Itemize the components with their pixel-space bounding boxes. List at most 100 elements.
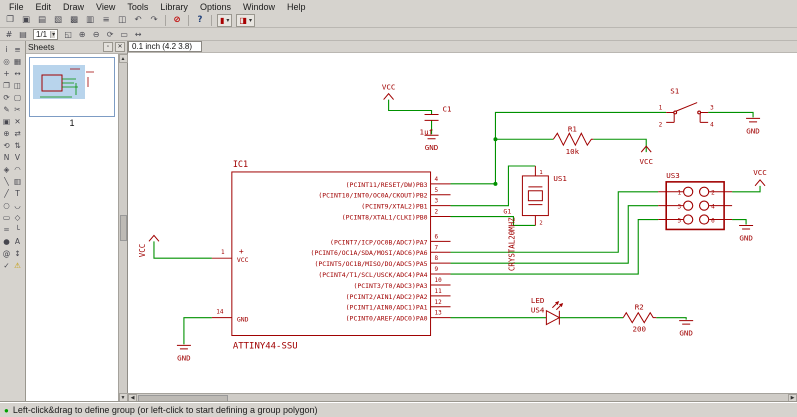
window-icon[interactable]: ◫ — [115, 14, 129, 26]
gateswap-tool-icon[interactable]: ⇅ — [12, 139, 23, 151]
polygon-tool-icon[interactable]: ◇ — [12, 211, 23, 223]
smash-tool-icon[interactable]: ◈ — [1, 163, 12, 175]
close-icon[interactable]: ✕ — [115, 42, 125, 52]
label-tool-icon[interactable]: A — [12, 235, 23, 247]
change-tool-icon[interactable]: ✎ — [1, 103, 12, 115]
r2-resistor[interactable]: R2 200 — [622, 303, 657, 334]
add-part-tool-icon[interactable]: ⊕ — [1, 127, 12, 139]
scroll-down-icon[interactable]: ▼ — [118, 393, 128, 402]
menu-draw[interactable]: Draw — [57, 1, 90, 13]
sheet-selector[interactable]: 1/1 ▾ — [33, 28, 59, 40]
s1-switch[interactable]: S1 1 3 2 4 — [659, 87, 715, 129]
mirror-tool-icon[interactable]: ◫ — [12, 79, 23, 91]
scrollbar-thumb[interactable] — [138, 394, 228, 402]
board-switch-icon[interactable]: ▩ — [67, 14, 81, 26]
zoom-in-icon[interactable]: ⊕ — [76, 29, 88, 40]
zoom-fit-icon[interactable]: ◱ — [62, 29, 74, 40]
menu-file[interactable]: File — [3, 1, 30, 13]
paste-tool-icon[interactable]: ▣ — [1, 115, 12, 127]
us1-crystal[interactable]: US1 G1 1 2 CRYSTAL20MHZ — [503, 166, 567, 271]
invoke-tool-icon[interactable]: ▥ — [12, 175, 23, 187]
pin-number: 12 — [435, 299, 443, 306]
layer-settings-tool-icon[interactable]: ≡ — [12, 43, 23, 55]
rect-tool-icon[interactable]: ▭ — [1, 211, 12, 223]
scroll-up-icon[interactable]: ▲ — [118, 54, 128, 63]
zoom-select-icon[interactable]: ▭ — [118, 29, 130, 40]
group-tool-icon[interactable]: ▢ — [12, 91, 23, 103]
zoom-out-icon[interactable]: ⊖ — [90, 29, 102, 40]
help-icon[interactable]: ? — [193, 14, 207, 26]
copy-tool-icon[interactable]: ❐ — [1, 79, 12, 91]
menu-library[interactable]: Library — [154, 1, 194, 13]
sheet-thumbnail[interactable] — [29, 57, 115, 117]
schematic-canvas[interactable]: IC1 ATTINY44-SSU + 1 VCC 14 GND 4 (PCINT… — [128, 53, 797, 393]
menu-help[interactable]: Help — [281, 1, 312, 13]
show-tool-icon[interactable]: ◎ — [1, 55, 12, 67]
net-tool-icon[interactable]: └ — [12, 223, 23, 235]
switch-contact — [697, 110, 702, 115]
component-ref: S1 — [670, 87, 679, 96]
dimension-tool-icon[interactable]: ↕ — [12, 247, 23, 259]
scrollbar-thumb[interactable] — [119, 215, 127, 241]
tool-dropdown-a[interactable]: ▮ ▾ — [217, 13, 233, 27]
ic1-symbol[interactable]: IC1 ATTINY44-SSU + 1 VCC 14 GND 4 (PCINT… — [211, 159, 451, 351]
text-tool-icon[interactable]: T — [12, 187, 23, 199]
pan-icon[interactable]: ↔ — [132, 29, 144, 40]
wire-tool-icon[interactable]: ╱ — [1, 187, 12, 199]
attribute-tool-icon[interactable]: @ — [1, 247, 12, 259]
bus-tool-icon[interactable]: ═ — [1, 223, 12, 235]
toolbar-separator — [211, 14, 212, 26]
stop-icon[interactable]: ⊘ — [170, 14, 184, 26]
cut-tool-icon[interactable]: ✂ — [12, 103, 23, 115]
dock-icon[interactable]: ▫ — [103, 42, 113, 52]
erc-tool-icon[interactable]: ✓ — [1, 259, 12, 271]
pin-name: (PCINT11/RESET/DW)PB3 — [346, 181, 428, 189]
mark-tool-icon[interactable]: + — [1, 67, 12, 79]
menu-options[interactable]: Options — [194, 1, 237, 13]
menu-tools[interactable]: Tools — [121, 1, 154, 13]
gnd-symbols[interactable]: GND GND GND GND GND — [176, 117, 760, 362]
undo-icon[interactable]: ↶ — [131, 14, 145, 26]
us3-header[interactable]: US3 1 2 3 4 5 6 — [658, 171, 733, 231]
half-block-icon: ◨ — [239, 15, 247, 25]
r1-resistor[interactable]: R1 10k — [552, 124, 594, 156]
info-tool-icon[interactable]: i — [1, 43, 12, 55]
layers-icon[interactable]: ▤ — [17, 29, 29, 40]
resistor-zigzag — [622, 311, 657, 324]
delete-tool-icon[interactable]: ✕ — [12, 115, 23, 127]
power-pin-plus: + — [239, 247, 244, 256]
net-wires[interactable] — [153, 99, 761, 345]
value-tool-icon[interactable]: V — [12, 151, 23, 163]
name-tool-icon[interactable]: N — [1, 151, 12, 163]
grid-icon[interactable]: # — [3, 29, 15, 40]
redo-icon[interactable]: ↷ — [147, 14, 161, 26]
cam-processor-icon[interactable]: ▧ — [51, 14, 65, 26]
pinswap-tool-icon[interactable]: ⇄ — [12, 127, 23, 139]
rotate-tool-icon[interactable]: ⟳ — [1, 91, 12, 103]
menu-edit[interactable]: Edit — [30, 1, 58, 13]
save-icon[interactable]: ▣ — [19, 14, 33, 26]
miter-tool-icon[interactable]: ◠ — [12, 163, 23, 175]
canvas-hscrollbar[interactable]: ◀ ▶ — [128, 393, 797, 403]
c1-capacitor[interactable]: C1 1uf — [420, 105, 452, 137]
print-icon[interactable]: ▤ — [35, 14, 49, 26]
replace-tool-icon[interactable]: ⟲ — [1, 139, 12, 151]
display-tool-icon[interactable]: ▦ — [12, 55, 23, 67]
tool-dropdown-b[interactable]: ◨ ▾ — [236, 13, 255, 27]
split-tool-icon[interactable]: ╲ — [1, 175, 12, 187]
sheets-scrollbar[interactable]: ▲ ▼ — [118, 54, 128, 402]
redraw-icon[interactable]: ⟳ — [104, 29, 116, 40]
menu-window[interactable]: Window — [237, 1, 281, 13]
erc-errors-tool-icon[interactable]: ⚠ — [12, 259, 23, 271]
library-icon[interactable]: ▥ — [83, 14, 97, 26]
junction-tool-icon[interactable]: ● — [1, 235, 12, 247]
move-tool-icon[interactable]: ↔ — [12, 67, 23, 79]
us4-led[interactable]: LED US4 — [531, 296, 564, 326]
circle-tool-icon[interactable]: ○ — [1, 199, 12, 211]
open-folder-icon[interactable]: ❐ — [3, 14, 17, 26]
menu-view[interactable]: View — [90, 1, 121, 13]
net-r1-vcc — [593, 138, 647, 153]
arc-tool-icon[interactable]: ◡ — [12, 199, 23, 211]
pin-number: 11 — [435, 288, 443, 295]
options-icon[interactable]: ≡ — [99, 14, 113, 26]
